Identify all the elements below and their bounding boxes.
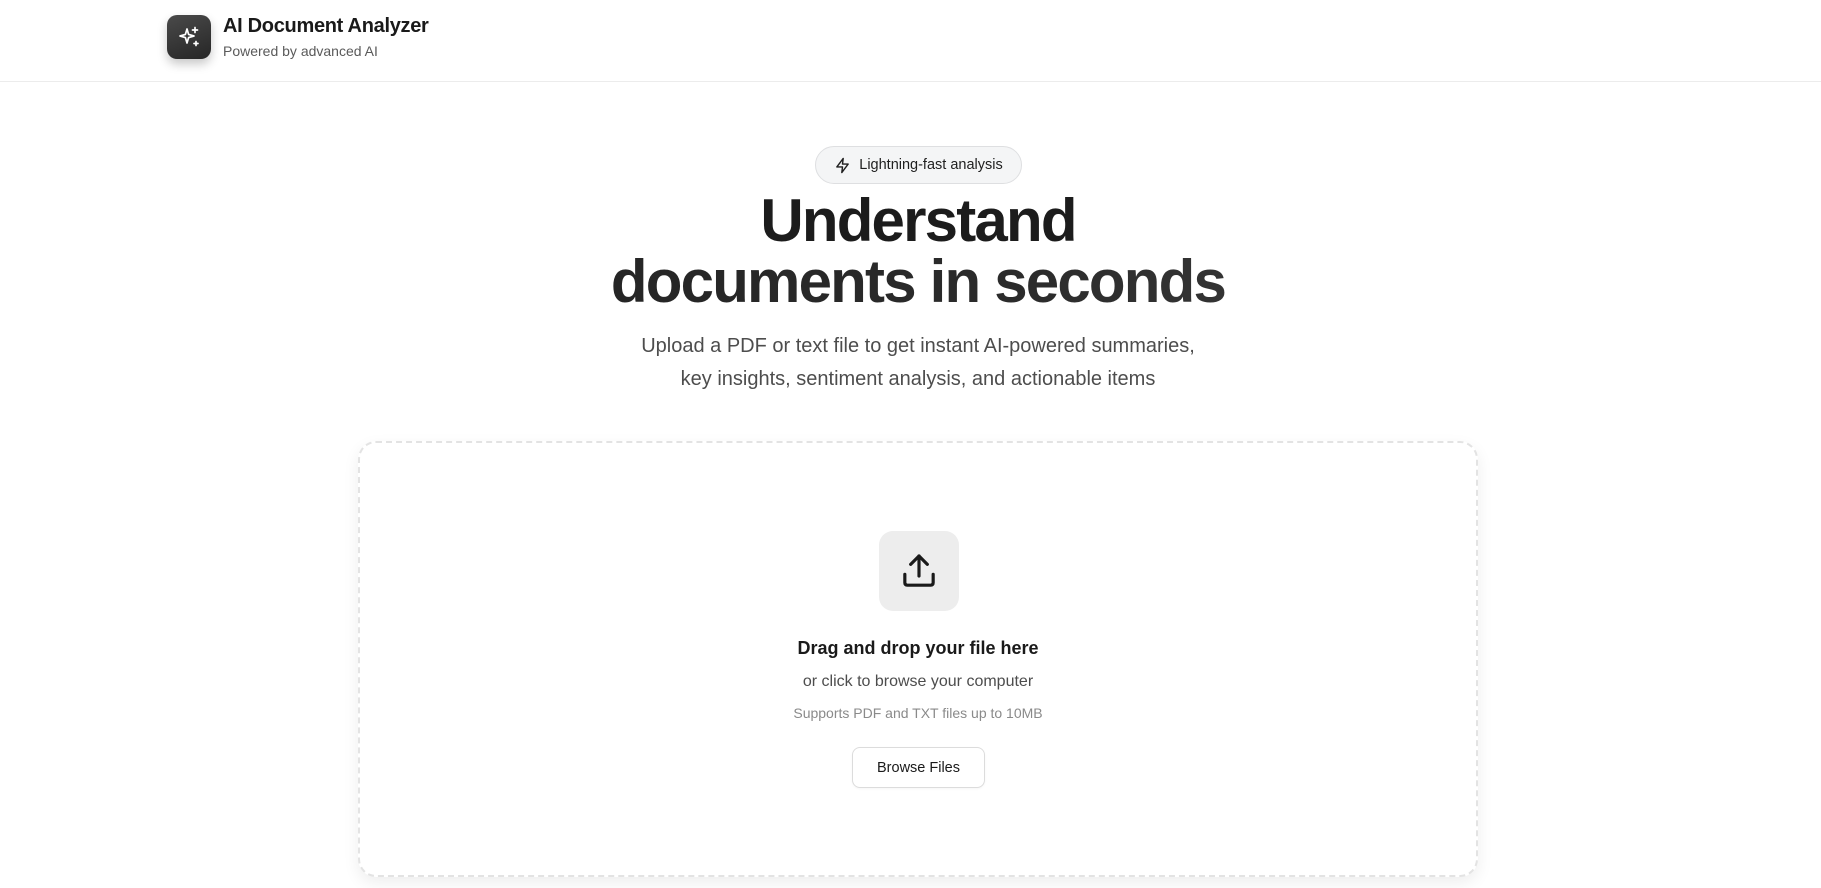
sparkles-icon (179, 26, 199, 47)
app-header: AI Document Analyzer Powered by advanced… (0, 0, 1821, 82)
hero-description-line2: key insights, sentiment analysis, and ac… (680, 368, 1156, 390)
app-logo[interactable] (167, 15, 211, 59)
dropzone-title: Drag and drop your file here (797, 638, 1039, 658)
hero-title-line1: Understand (760, 187, 1077, 254)
upload-icon-box[interactable] (879, 531, 959, 611)
browse-files-button[interactable]: Browse Files (852, 747, 985, 788)
dropzone-subtitle: or click to browse your computer (802, 673, 1034, 690)
file-dropzone[interactable] (358, 441, 1478, 877)
lightning-icon (836, 157, 850, 173)
hero-title: Understand documents in seconds (0, 190, 1821, 312)
hero-title-line2: documents in seconds (0, 251, 1821, 312)
app-subtitle: Powered by advanced AI (223, 43, 378, 59)
dropzone-file-note: Supports PDF and TXT files up to 10MB (793, 705, 1043, 721)
feature-badge-label: Lightning-fast analysis (859, 157, 1003, 173)
app-title: AI Document Analyzer (223, 15, 429, 37)
hero-description-line1: Upload a PDF or text file to get instant… (641, 335, 1195, 357)
feature-badge: Lightning-fast analysis (815, 146, 1022, 184)
upload-icon (903, 554, 935, 587)
hero-description: Upload a PDF or text file to get instant… (0, 330, 1821, 396)
